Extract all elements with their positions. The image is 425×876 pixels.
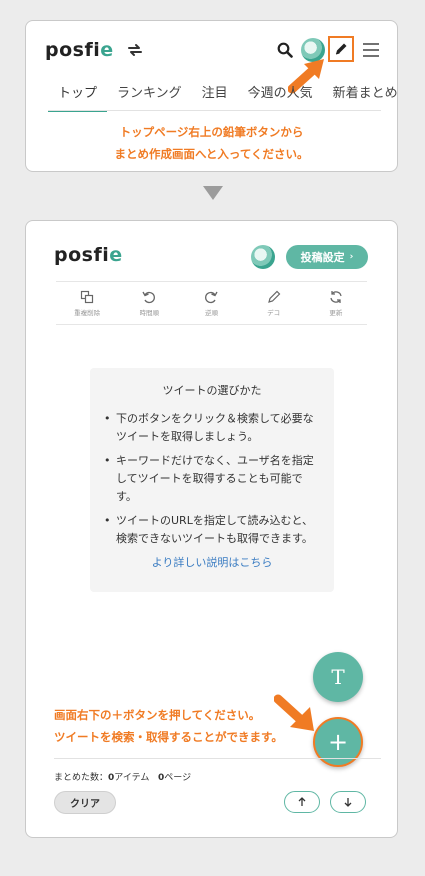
logo-text: posfi [54,244,110,266]
tab-divider [48,110,381,111]
bottom-annotation: 画面右下の＋ボタンを押してください。 ツイートを検索・取得することができます。 [54,704,283,748]
arrow-up-icon [298,797,306,806]
summary-count: まとめた数：0アイテム 0ページ [54,770,191,783]
rotate-left-icon [142,291,156,303]
arrow-annotation-icon [274,694,314,731]
arrow-down-icon [344,798,352,807]
tool-label: デコ [267,308,281,317]
add-tweet-fab-button[interactable]: + [313,717,363,767]
tab-top[interactable]: トップ [48,76,108,112]
tool-label: 重複削除 [74,308,101,317]
page-unit: ページ [164,773,192,783]
top-tabs: トップ ランキング 注目 今週の人気 新着まとめ [48,76,408,112]
more-info-link[interactable]: より詳しい説明はこちら [104,554,320,570]
tool-chronological[interactable]: 時間順 [129,290,169,317]
tab-ranking[interactable]: ランキング [107,76,192,112]
item-unit: アイテム [114,773,150,783]
tool-label: 時間順 [139,308,160,317]
tool-reverse[interactable]: 逆順 [191,290,231,317]
scroll-down-button[interactable] [330,791,366,813]
scroll-up-button[interactable] [284,791,320,813]
top-page-panel: posfie トップ ランキング 注目 今週の人気 新着まとめ トップページ右上… [25,20,398,172]
site-logo[interactable]: posfie [45,39,114,61]
post-settings-button[interactable]: 投稿設定 › [286,245,368,269]
avatar[interactable] [251,245,275,269]
down-arrow-icon [203,186,223,200]
guide-title: ツイートの選びかた [162,384,262,397]
tool-label: 更新 [329,308,343,317]
logo-accent: e [109,244,123,266]
editor-panel: posfie 投稿設定 › 重複削除 時間順 逆順 デコ 更新 ツイートの選びか… [25,220,398,838]
guide-list: 下のボタンをクリック＆検索して必要なツイートを取得しましょう。 キーワードだけで… [104,410,320,548]
text-icon: T [331,665,345,689]
sync-icon[interactable] [124,39,146,61]
count-prefix: まとめた数： [54,773,109,783]
tweet-guide-box: ツイートの選びかた 下のボタンをクリック＆検索して必要なツイートを取得しましょう… [90,368,334,592]
text-fab-button[interactable]: T [313,652,363,702]
post-settings-label: 投稿設定 [300,251,345,264]
tool-refresh[interactable]: 更新 [316,290,356,317]
footer-divider [54,758,381,759]
tab-weekly-popular[interactable]: 今週の人気 [238,76,323,112]
tool-decorate[interactable]: デコ [254,290,294,317]
menu-icon[interactable] [360,39,382,61]
tool-dedupe[interactable]: 重複削除 [67,290,107,317]
chevron-right-icon: › [349,252,354,262]
tab-attention[interactable]: 注目 [192,76,238,112]
logo-accent: e [100,39,114,61]
bottom-annotation-line1: 画面右下の＋ボタンを押してください。 [54,708,261,722]
rotate-right-icon [205,291,219,303]
top-annotation-line1: トップページ右上の鉛筆ボタンから [119,125,304,139]
editor-toolbar: 重複削除 時間順 逆順 デコ 更新 [56,281,367,325]
copy-icon [80,290,94,303]
top-annotation-line2: まとめ作成画面へと入ってください。 [114,147,309,161]
bottom-annotation-line2: ツイートを検索・取得することができます。 [54,730,283,744]
guide-item: 下のボタンをクリック＆検索して必要なツイートを取得しましょう。 [104,410,320,446]
tool-label: 逆順 [204,308,218,317]
plus-icon: + [327,728,349,756]
pencil-icon[interactable] [330,38,352,60]
clear-button[interactable]: クリア [54,791,116,814]
top-annotation: トップページ右上の鉛筆ボタンから まとめ作成画面へと入ってください。 [26,121,397,165]
tab-new[interactable]: 新着まとめ [323,76,408,112]
guide-item: ツイートのURLを指定して読み込むと、検索できないツイートも取得できます。 [104,512,320,548]
pencil-icon [267,290,281,303]
guide-item: キーワードだけでなく、ユーザ名を指定してツイートを取得することも可能です。 [104,452,320,506]
editor-logo[interactable]: posfie [54,244,123,266]
refresh-icon [330,290,342,303]
logo-text: posfi [45,39,101,61]
